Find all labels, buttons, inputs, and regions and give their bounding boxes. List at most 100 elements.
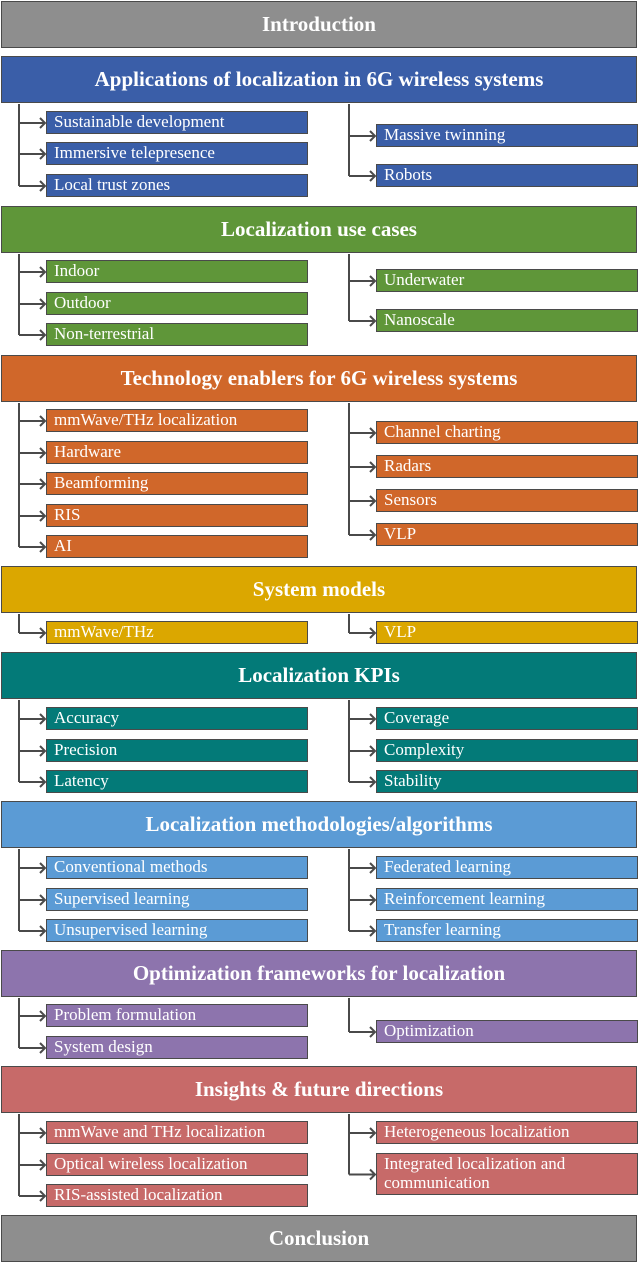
topic-item: RIS-assisted localization — [46, 1184, 308, 1207]
section-header: Technology enablers for 6G wireless syst… — [1, 355, 637, 402]
arrow-head-icon — [369, 1026, 377, 1038]
introduction-box: Introduction — [1, 1, 637, 48]
arrow-head-icon — [369, 130, 377, 142]
arrow-head-icon — [39, 745, 47, 757]
topic-item: Outdoor — [46, 292, 308, 315]
arrow-head-icon — [369, 529, 377, 541]
topic-item: Heterogeneous localization — [376, 1121, 638, 1144]
arrow-head-icon — [39, 148, 47, 160]
arrow-head-icon — [369, 894, 377, 906]
arrow-head-icon — [369, 862, 377, 874]
introduction-box-label: Introduction — [262, 12, 376, 36]
topic-item: Non-terrestrial — [46, 323, 308, 346]
arrow-head-icon — [39, 478, 47, 490]
topic-item: VLP — [376, 523, 638, 546]
topic-item: Federated learning — [376, 856, 638, 879]
topic-item: Indoor — [46, 260, 308, 283]
section-header-label: Localization methodologies/algorithms — [145, 812, 493, 836]
topic-item: Robots — [376, 164, 638, 187]
arrow-head-icon — [39, 627, 47, 639]
arrow-head-icon — [369, 427, 377, 439]
topic-item: Radars — [376, 455, 638, 478]
section-header: Insights & future directions — [1, 1066, 637, 1113]
arrow-head-icon — [39, 447, 47, 459]
topic-item: Local trust zones — [46, 174, 308, 197]
topic-item: Accuracy — [46, 707, 308, 730]
topic-item: Complexity — [376, 739, 638, 762]
arrow-head-icon — [39, 862, 47, 874]
topic-item: Latency — [46, 770, 308, 793]
section-header: Optimization frameworks for localization — [1, 950, 637, 997]
section-header-label: System models — [252, 577, 386, 601]
topic-item: Supervised learning — [46, 888, 308, 911]
arrow-head-icon — [39, 1042, 47, 1054]
arrow-head-icon — [369, 627, 377, 639]
topic-item: AI — [46, 535, 308, 558]
arrow-head-icon — [39, 776, 47, 788]
topic-item: Sensors — [376, 489, 638, 512]
section-header-label: Localization use cases — [221, 217, 417, 241]
arrow-head-icon — [369, 1168, 377, 1181]
section-header-label: Technology enablers for 6G wireless syst… — [120, 366, 518, 390]
topic-item: Optical wireless localization — [46, 1153, 308, 1176]
arrow-head-icon — [369, 495, 377, 507]
section-header: Applications of localization in 6G wirel… — [1, 56, 637, 103]
section-header: System models — [1, 566, 637, 613]
arrow-head-icon — [369, 315, 377, 327]
topic-item: Hardware — [46, 441, 308, 464]
section-header: Localization use cases — [1, 206, 637, 253]
arrow-head-icon — [369, 170, 377, 182]
arrow-head-icon — [39, 1127, 47, 1139]
arrow-head-icon — [39, 117, 47, 129]
topic-item: Reinforcement learning — [376, 888, 638, 911]
section-header-label: Optimization frameworks for localization — [132, 961, 506, 985]
arrow-head-icon — [369, 925, 377, 937]
arrow-head-icon — [39, 713, 47, 725]
arrow-head-icon — [39, 925, 47, 937]
topic-item: Optimization — [376, 1020, 638, 1043]
section-header: Localization methodologies/algorithms — [1, 801, 637, 848]
topic-item: mmWave and THz localization — [46, 1121, 308, 1144]
conclusion-box: Conclusion — [1, 1215, 637, 1262]
arrow-head-icon — [39, 415, 47, 427]
topic-item: System design — [46, 1036, 308, 1059]
arrow-head-icon — [39, 1159, 47, 1171]
topic-item: Beamforming — [46, 472, 308, 495]
conclusion-box-label: Conclusion — [268, 1226, 370, 1250]
topic-item: Unsupervised learning — [46, 919, 308, 942]
arrow-head-icon — [39, 1010, 47, 1022]
topic-item: Stability — [376, 770, 638, 793]
section-header: Localization KPIs — [1, 652, 637, 699]
topic-item: Integrated localization and communicatio… — [376, 1153, 638, 1195]
topic-item: Conventional methods — [46, 856, 308, 879]
arrow-head-icon — [369, 776, 377, 788]
arrow-head-icon — [369, 461, 377, 473]
topic-item: Transfer learning — [376, 919, 638, 942]
arrow-head-icon — [39, 266, 47, 278]
topic-item: Nanoscale — [376, 309, 638, 332]
topic-item: Precision — [46, 739, 308, 762]
arrow-head-icon — [39, 541, 47, 553]
topic-item: Underwater — [376, 269, 638, 292]
arrow-head-icon — [39, 298, 47, 310]
topic-item: VLP — [376, 621, 638, 644]
arrow-head-icon — [369, 1127, 377, 1139]
arrow-head-icon — [39, 329, 47, 341]
arrow-head-icon — [369, 275, 377, 287]
section-header-label: Insights & future directions — [194, 1077, 444, 1101]
topic-item: Immersive telepresence — [46, 142, 308, 165]
section-header-label: Applications of localization in 6G wirel… — [94, 67, 544, 91]
arrow-head-icon — [39, 510, 47, 522]
topic-item: Channel charting — [376, 421, 638, 444]
topic-item: Massive twinning — [376, 124, 638, 147]
topic-item: mmWave/THz — [46, 621, 308, 644]
arrow-head-icon — [39, 180, 47, 192]
section-header-label: Localization KPIs — [238, 663, 400, 687]
topic-item: mmWave/THz localization — [46, 409, 308, 432]
arrow-head-icon — [369, 745, 377, 757]
topic-item: Coverage — [376, 707, 638, 730]
topic-item: Problem formulation — [46, 1004, 308, 1027]
topic-item: Sustainable development — [46, 111, 308, 134]
arrow-head-icon — [369, 713, 377, 725]
arrow-head-icon — [39, 894, 47, 906]
